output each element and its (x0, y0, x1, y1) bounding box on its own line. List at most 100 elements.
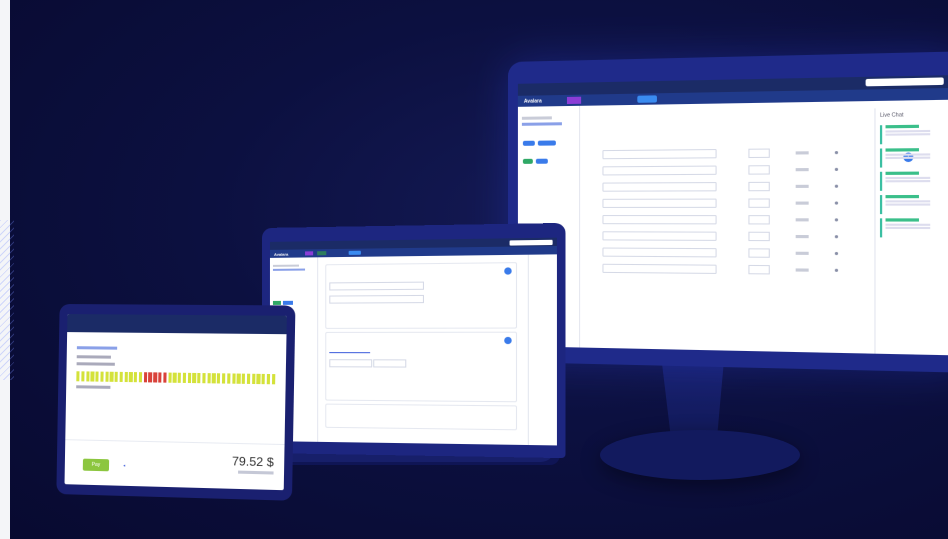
row-select[interactable] (602, 198, 716, 207)
monitor-search-input[interactable] (866, 77, 944, 86)
meter-segment (242, 374, 246, 384)
row-qty[interactable] (748, 264, 769, 274)
card-field[interactable] (373, 359, 406, 367)
row-menu-icon[interactable] (835, 201, 838, 204)
row-menu-icon[interactable] (835, 218, 838, 221)
meter-segment (232, 373, 236, 383)
row-select[interactable] (602, 263, 716, 273)
meter-segment (262, 374, 266, 384)
row-menu-icon[interactable] (835, 184, 838, 187)
meter-segment (178, 373, 182, 383)
meter-segment (197, 373, 201, 383)
meter-segment (144, 372, 148, 382)
secondary-link[interactable]: ◂ (123, 463, 130, 468)
row-select[interactable] (602, 231, 716, 241)
meter-segment (272, 374, 276, 384)
monitor-stand-base (600, 430, 800, 480)
card-field[interactable] (329, 282, 424, 291)
row-menu-icon[interactable] (835, 251, 838, 254)
pay-button[interactable]: Pay (83, 459, 109, 472)
nav-tab-green[interactable] (317, 251, 326, 255)
new-button[interactable] (637, 95, 657, 102)
row-menu-icon[interactable] (835, 268, 838, 271)
row-menu-icon[interactable] (835, 235, 838, 238)
row-select[interactable] (602, 148, 716, 158)
meter-segment (183, 373, 187, 383)
status-pill (523, 159, 533, 164)
row-menu-icon[interactable] (835, 167, 838, 170)
chat-item[interactable] (880, 171, 946, 190)
meter-segment (188, 373, 192, 383)
row-select[interactable] (602, 182, 716, 192)
row-value (796, 218, 809, 221)
action-pill[interactable] (536, 159, 548, 164)
card-field[interactable] (329, 359, 372, 367)
laptop-card (325, 262, 517, 329)
meter-segment (158, 372, 162, 382)
tablet-footer: Pay ◂ 79.52 $ (65, 439, 285, 490)
laptop-new-button[interactable] (349, 251, 361, 255)
meter-segment (257, 374, 261, 384)
monitor-stand-neck (640, 360, 760, 440)
row-value (796, 268, 809, 271)
row-qty[interactable] (748, 215, 769, 224)
filter-pill[interactable] (538, 140, 556, 145)
row-select[interactable] (602, 215, 716, 224)
chat-item[interactable] (880, 195, 946, 214)
nav-tab[interactable] (330, 251, 339, 255)
nav-tab-active[interactable] (567, 97, 581, 104)
row-qty[interactable] (748, 231, 769, 240)
marketing-devices-scene: Avalara + (0, 0, 948, 539)
form-row (602, 147, 856, 160)
card-add-icon[interactable] (504, 337, 511, 344)
row-qty[interactable] (748, 181, 769, 190)
meter-segment (86, 371, 89, 381)
chat-item[interactable] (880, 218, 946, 237)
meter-segment (168, 373, 172, 383)
meter-segment (110, 372, 113, 382)
nav-tab-4[interactable] (607, 96, 621, 103)
row-select[interactable] (602, 247, 716, 257)
decorative-lines (0, 220, 14, 380)
row-menu-icon[interactable] (835, 150, 838, 153)
app-logo: Avalara (524, 98, 542, 104)
meter-segment (119, 372, 122, 382)
card-add-icon[interactable] (504, 267, 511, 274)
form-row (602, 247, 856, 259)
nav-tab-1[interactable] (548, 97, 562, 104)
card-field[interactable] (329, 295, 424, 304)
row-qty[interactable] (748, 148, 769, 158)
monitor-screen: Avalara + (518, 75, 948, 355)
meter-segment (105, 372, 108, 382)
nav-tab-3[interactable] (587, 96, 601, 103)
laptop-search-input[interactable] (510, 239, 553, 245)
meter-segment (91, 371, 94, 381)
row-qty[interactable] (748, 248, 769, 257)
meter-segment (192, 373, 196, 383)
row-value (796, 251, 809, 254)
meter-segment (217, 373, 221, 383)
row-value (796, 201, 809, 204)
laptop-card (325, 404, 517, 431)
row-qty[interactable] (748, 198, 769, 207)
laptop-right-panel (528, 254, 557, 445)
chat-item[interactable] (880, 148, 946, 168)
meter-segment (134, 372, 137, 382)
nav-tab[interactable] (292, 251, 301, 255)
tablet: Pay ◂ 79.52 $ (56, 304, 295, 501)
desktop-monitor: Avalara + (508, 51, 948, 372)
meter-segment (252, 374, 256, 384)
meter-segment (222, 373, 226, 383)
filter-pill[interactable] (523, 141, 535, 146)
chat-item[interactable] (880, 124, 946, 144)
form-row (602, 180, 856, 191)
row-value (796, 151, 809, 154)
tablet-screen: Pay ◂ 79.52 $ (65, 314, 287, 490)
form-row (602, 163, 856, 175)
meter-segment (212, 373, 216, 383)
meter-segment (237, 374, 241, 384)
row-qty[interactable] (748, 165, 769, 174)
nav-tab-active[interactable] (305, 251, 314, 255)
row-select[interactable] (602, 165, 716, 175)
meter-segment (163, 372, 167, 382)
